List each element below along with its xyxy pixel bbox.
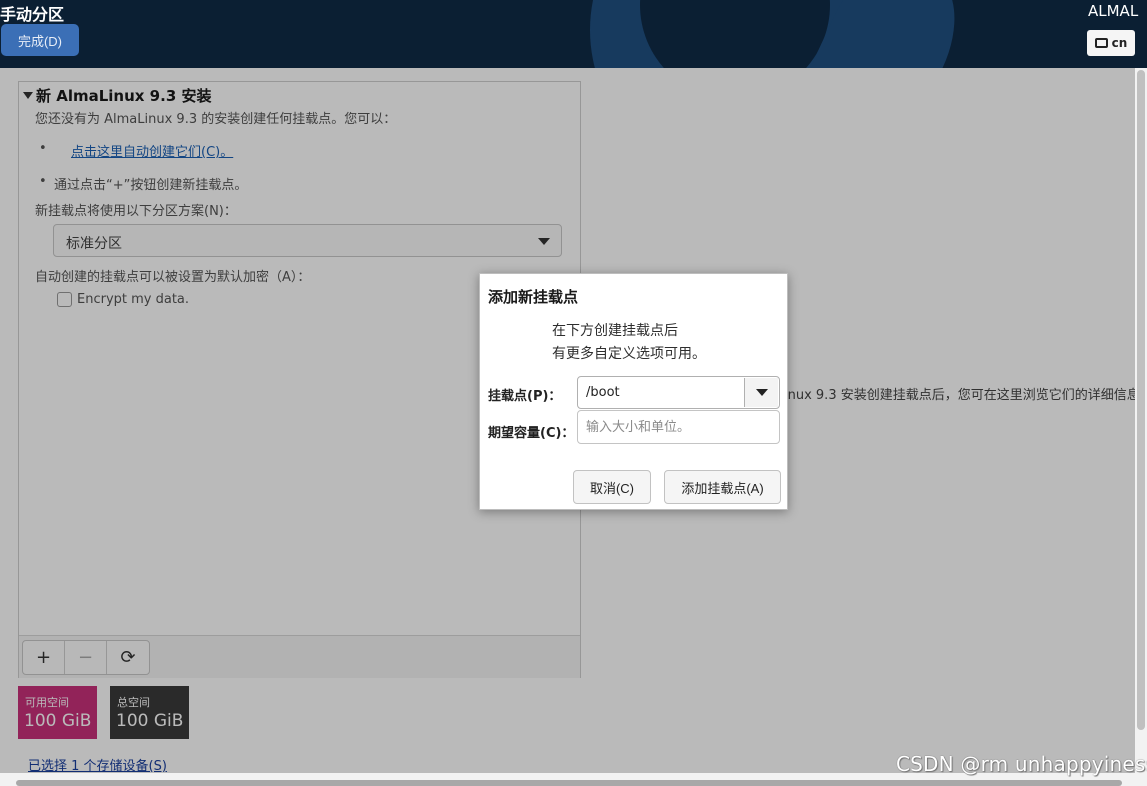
watermark: CSDN @rm unhappyiness: [896, 752, 1147, 776]
mount-point-value[interactable]: /boot: [586, 385, 620, 400]
mount-point-combobox[interactable]: /boot: [577, 376, 780, 409]
vertical-scrollbar-thumb[interactable]: [1137, 70, 1145, 730]
header-bar: 手动分区 完成(D) ALMAL cn: [0, 0, 1147, 68]
capacity-label: 期望容量(C)：: [488, 426, 575, 441]
horizontal-scrollbar-thumb[interactable]: [16, 780, 1122, 786]
chevron-down-icon: [755, 389, 768, 396]
dialog-title: 添加新挂载点: [488, 288, 579, 306]
dialog-description-line: 有更多自定义选项可用。: [552, 346, 706, 362]
page-title: 手动分区: [0, 5, 65, 24]
keyboard-layout-indicator[interactable]: cn: [1087, 30, 1135, 56]
product-name: ALMAL: [1088, 2, 1139, 20]
mount-point-dropdown-button[interactable]: [744, 378, 778, 407]
dialog-description: 在下方创建挂载点后 有更多自定义选项可用。: [552, 320, 706, 366]
dialog-description-line: 在下方创建挂载点后: [552, 323, 678, 339]
cancel-button[interactable]: 取消(C): [573, 470, 651, 504]
header-decoration: [640, 0, 830, 68]
keyboard-layout-label: cn: [1111, 36, 1128, 50]
add-mount-point-dialog: 添加新挂载点 在下方创建挂载点后 有更多自定义选项可用。 挂载点(P)： /bo…: [479, 273, 788, 510]
keyboard-icon: [1094, 38, 1108, 48]
mount-point-label: 挂载点(P)：: [488, 389, 562, 404]
capacity-input[interactable]: [577, 410, 780, 444]
done-button[interactable]: 完成(D): [1, 24, 79, 56]
add-mount-point-confirm-button[interactable]: 添加挂载点(A): [664, 470, 781, 504]
